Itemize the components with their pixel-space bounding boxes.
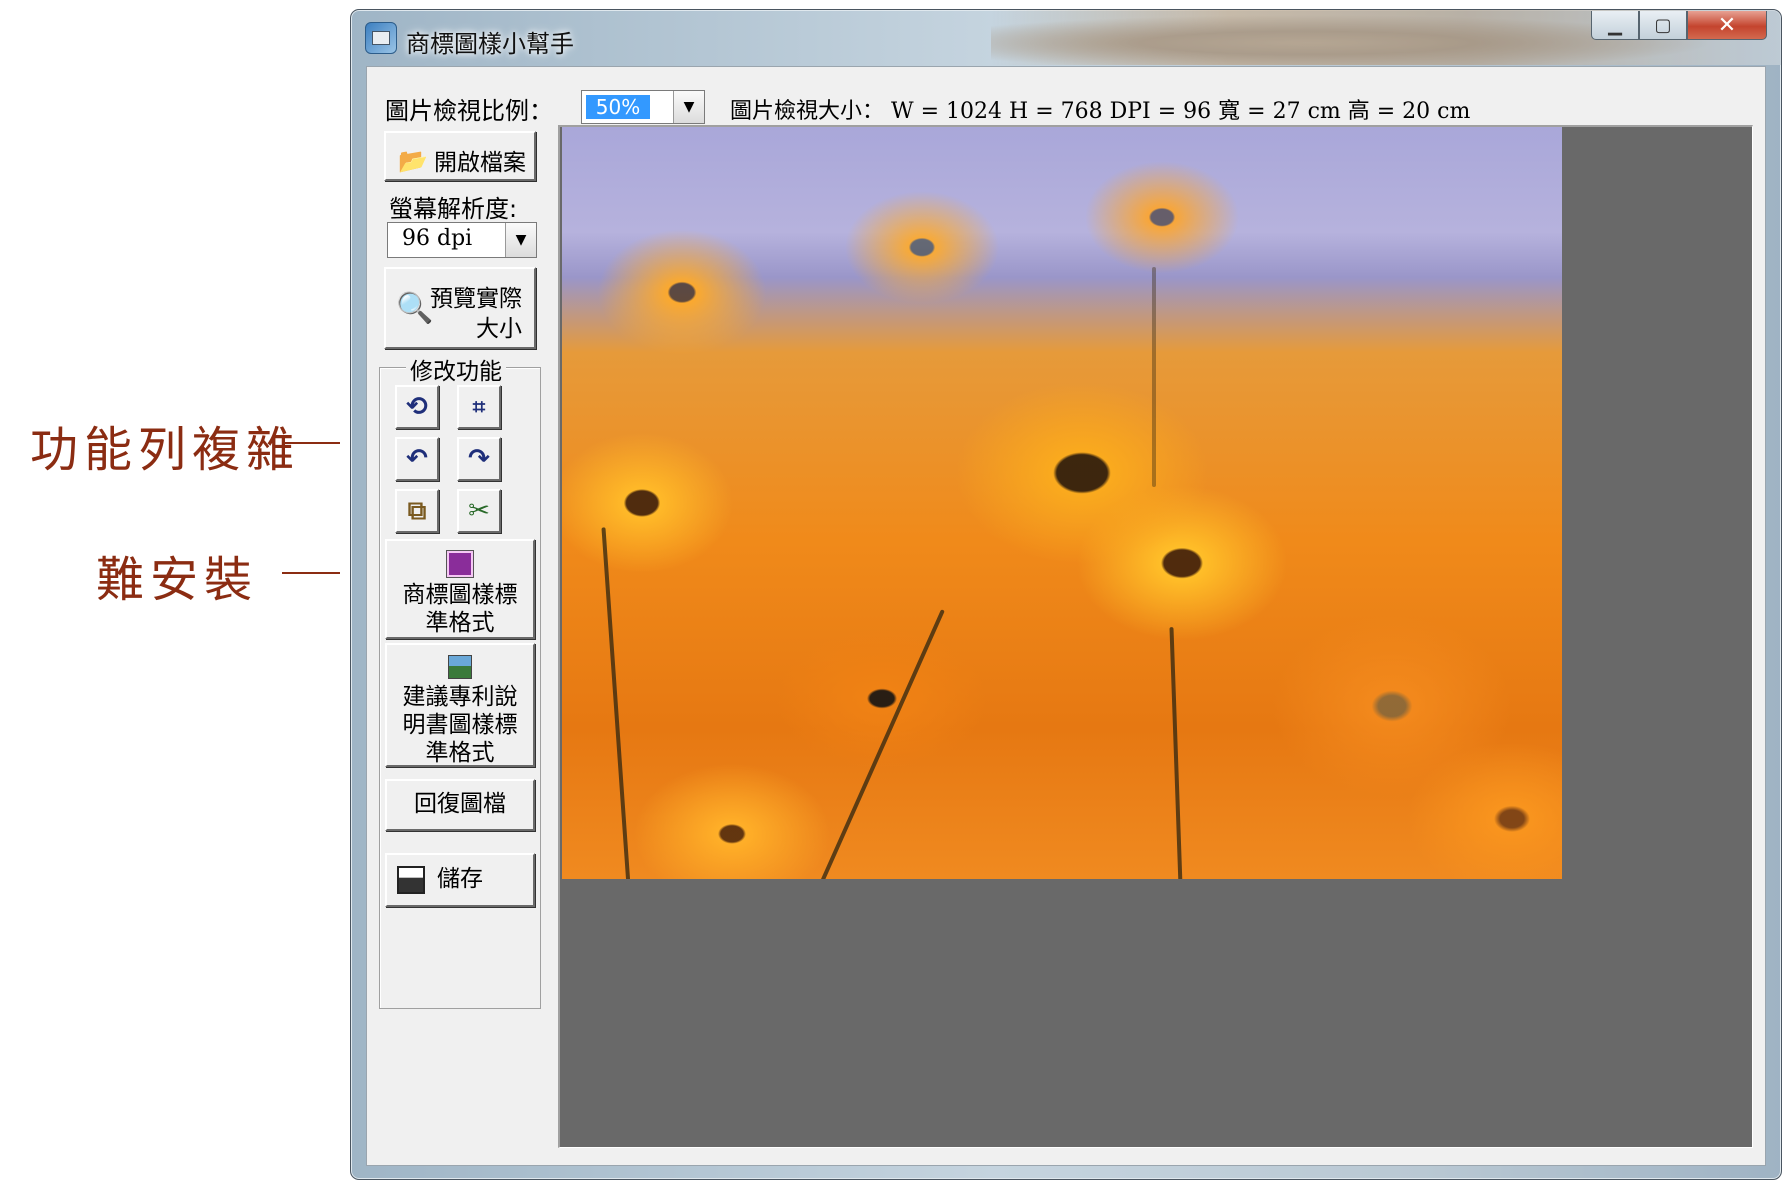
zoom-select[interactable]: 50% ▼ bbox=[581, 90, 705, 124]
scissors-icon[interactable]: ✂ bbox=[457, 489, 501, 533]
window-controls: ▁ ▢ ✕ bbox=[1591, 11, 1767, 41]
zoom-value: 50% bbox=[586, 95, 650, 119]
annotation-complex-toolbar: 功能列複雜 bbox=[30, 422, 301, 478]
patent-line1: 建議專利說 bbox=[402, 684, 518, 710]
picture-icon bbox=[448, 655, 472, 679]
flower-stem bbox=[819, 609, 945, 879]
image-size-info: 圖片檢視大小： W = 1024 H = 768 DPI = 96 寬 = 27… bbox=[730, 93, 1470, 125]
trademark-line1: 商標圖樣標 bbox=[402, 582, 518, 608]
folder-open-icon: 📂 bbox=[398, 147, 428, 175]
preview-label-line2: 大小 bbox=[476, 316, 522, 342]
crop-icon[interactable]: ⌗ bbox=[457, 385, 501, 429]
patent-line3: 準格式 bbox=[425, 740, 495, 766]
patent-format-button[interactable]: 建議專利說 明書圖樣標 準格式 bbox=[385, 643, 535, 767]
annotation-hard-install: 難安裝 bbox=[96, 552, 259, 608]
open-file-button[interactable]: 📂 開啟檔案 bbox=[384, 131, 536, 181]
undo-icon[interactable]: ↶ bbox=[395, 437, 439, 481]
annotation-line-2 bbox=[282, 572, 340, 574]
flower-stem bbox=[1169, 627, 1183, 879]
flower-stem bbox=[601, 527, 631, 879]
size-label-text: 圖片檢視大小： bbox=[730, 99, 885, 124]
app-window: 商標圖樣小幫手 ▁ ▢ ✕ 圖片檢視比例： 50% ▼ 圖片檢視大小： 圖片檢視… bbox=[350, 9, 1782, 1180]
flower-stem bbox=[1152, 267, 1156, 487]
trademark-format-button[interactable]: 商標圖樣標 準格式 bbox=[385, 539, 535, 639]
trademark-icon bbox=[447, 551, 473, 577]
close-button[interactable]: ✕ bbox=[1687, 11, 1767, 40]
dpi-select[interactable]: 96 dpi ▼ bbox=[387, 222, 537, 258]
client-area: 圖片檢視比例： 50% ▼ 圖片檢視大小： 圖片檢視大小： W = 1024 H… bbox=[366, 66, 1766, 1166]
maximize-button[interactable]: ▢ bbox=[1639, 11, 1687, 40]
trademark-line2: 準格式 bbox=[425, 610, 495, 636]
chevron-down-icon[interactable]: ▼ bbox=[505, 223, 536, 257]
dpi-label: 螢幕解析度: bbox=[389, 195, 518, 223]
dpi-value: 96 dpi bbox=[402, 226, 473, 251]
size-values: W = 1024 H = 768 DPI = 96 寬 = 27 cm 高 = … bbox=[891, 99, 1471, 124]
edit-group-title: 修改功能 bbox=[406, 352, 506, 386]
chevron-down-icon[interactable]: ▼ bbox=[673, 91, 704, 123]
open-file-label: 開啟檔案 bbox=[434, 150, 526, 176]
app-icon bbox=[365, 22, 397, 54]
flower-photo bbox=[562, 127, 1562, 879]
maximize-icon: ▢ bbox=[1654, 14, 1672, 36]
patent-line2: 明書圖樣標 bbox=[402, 712, 518, 738]
minimize-icon: ▁ bbox=[1608, 14, 1622, 36]
annotation-line-1 bbox=[284, 442, 340, 444]
preview-label-line1: 預覽實際 bbox=[430, 286, 522, 312]
floppy-disk-icon bbox=[397, 865, 425, 894]
rotate-left-icon[interactable]: ⟲ bbox=[395, 385, 439, 429]
restore-label: 回復圖檔 bbox=[414, 791, 506, 817]
minimize-button[interactable]: ▁ bbox=[1591, 11, 1639, 40]
window-title: 商標圖樣小幫手 bbox=[406, 30, 574, 58]
close-icon: ✕ bbox=[1717, 12, 1737, 38]
save-button[interactable]: 儲存 bbox=[385, 853, 535, 907]
resize-icon[interactable]: ⧉ bbox=[395, 489, 439, 533]
magnifier-page-icon: 🔍 bbox=[396, 291, 434, 326]
redo-icon[interactable]: ↷ bbox=[457, 437, 501, 481]
zoom-label: 圖片檢視比例： bbox=[385, 97, 553, 125]
image-canvas[interactable] bbox=[558, 125, 1753, 1148]
restore-image-button[interactable]: 回復圖檔 bbox=[385, 779, 535, 831]
save-label: 儲存 bbox=[437, 866, 483, 892]
preview-actual-size-button[interactable]: 🔍 預覽實際 大小 bbox=[384, 267, 536, 349]
